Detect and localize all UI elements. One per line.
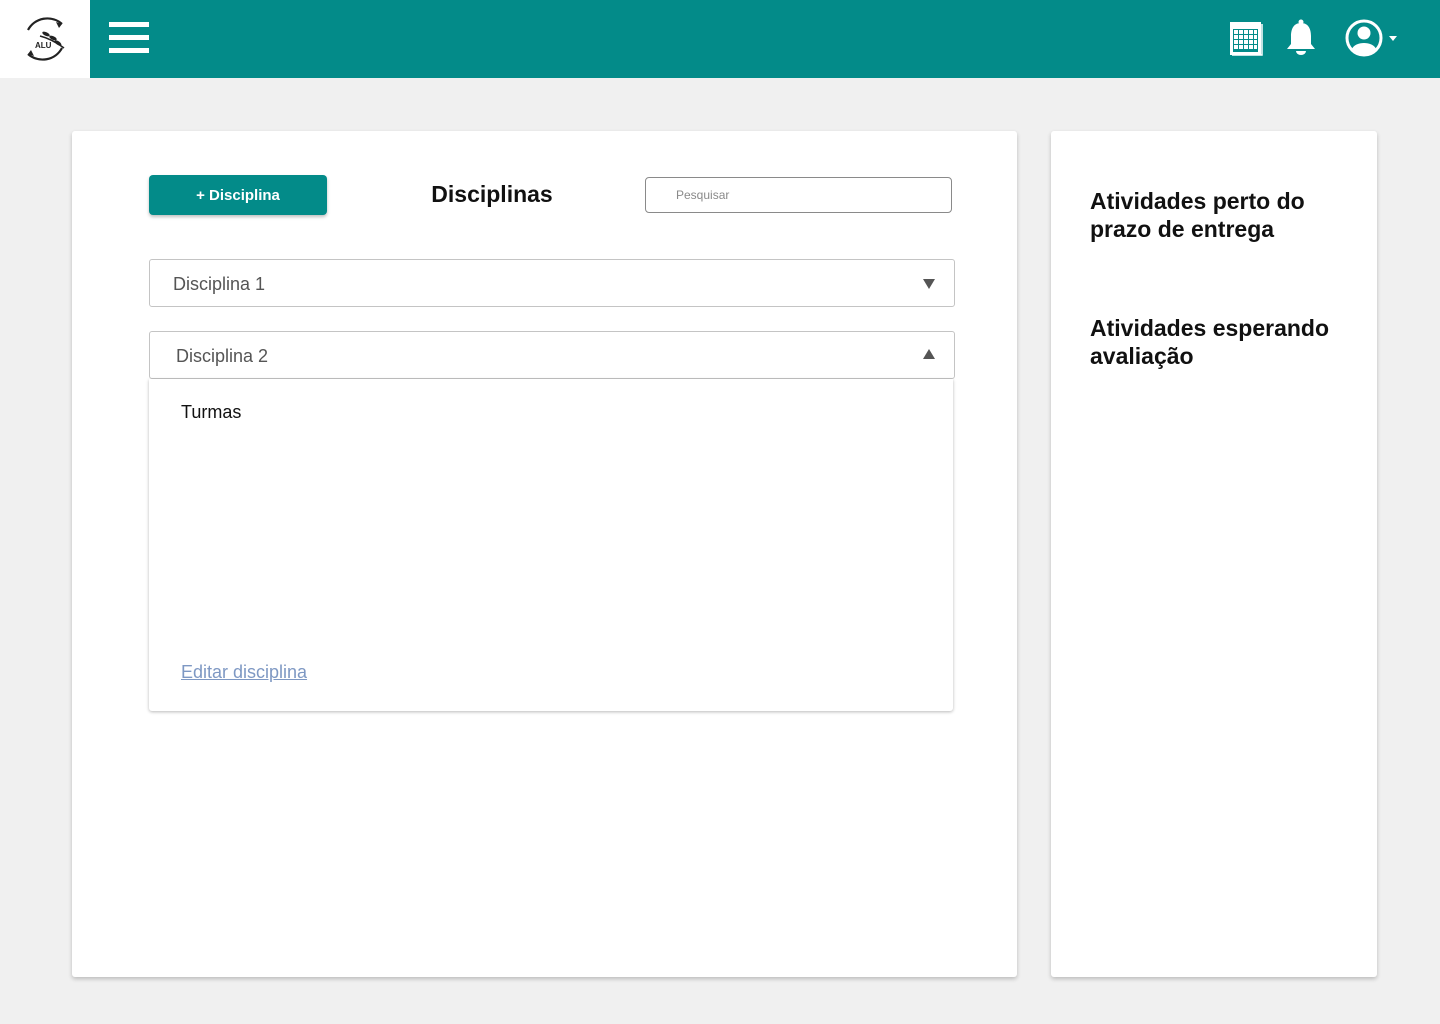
- logo-text: ALU: [35, 41, 52, 50]
- user-menu[interactable]: [1344, 18, 1400, 58]
- menu-icon-bar: [109, 35, 149, 40]
- accordion-panel: Turmas Editar disciplina: [149, 379, 953, 711]
- calendar-icon[interactable]: [1228, 20, 1264, 58]
- bell-icon[interactable]: [1284, 18, 1318, 58]
- logo[interactable]: ALU: [0, 0, 90, 78]
- top-bar: ALU: [0, 0, 1440, 78]
- upcoming-deadlines-heading: Atividades perto do prazo de entrega: [1090, 188, 1305, 242]
- accordion-discipline-2[interactable]: Disciplina 2: [149, 331, 955, 379]
- disciplines-card: + Disciplina Disciplinas Disciplina 1 Di…: [72, 131, 1017, 977]
- user-avatar-icon: [1345, 19, 1383, 57]
- classes-heading: Turmas: [181, 402, 242, 422]
- caret-down-icon: [1389, 36, 1397, 41]
- accordion-discipline-1[interactable]: Disciplina 1: [149, 259, 955, 307]
- pending-evaluation-heading: Atividades esperando avaliação: [1090, 315, 1330, 369]
- accordion-label: Disciplina 2: [176, 346, 269, 366]
- search-input[interactable]: [645, 177, 952, 213]
- activities-card: Atividades perto do prazo de entrega Ati…: [1051, 131, 1377, 977]
- edit-discipline-link[interactable]: Editar disciplina: [181, 662, 307, 683]
- menu-button[interactable]: [109, 22, 149, 54]
- add-discipline-button[interactable]: + Disciplina: [149, 175, 327, 215]
- menu-icon-bar: [109, 48, 149, 53]
- logo-icon: ALU: [27, 17, 65, 61]
- menu-icon-bar: [109, 22, 149, 27]
- page-title: Disciplinas: [431, 181, 553, 207]
- arrow-down-icon: [923, 279, 935, 289]
- arrow-up-icon: [923, 349, 935, 359]
- accordion-label: Disciplina 1: [173, 274, 266, 294]
